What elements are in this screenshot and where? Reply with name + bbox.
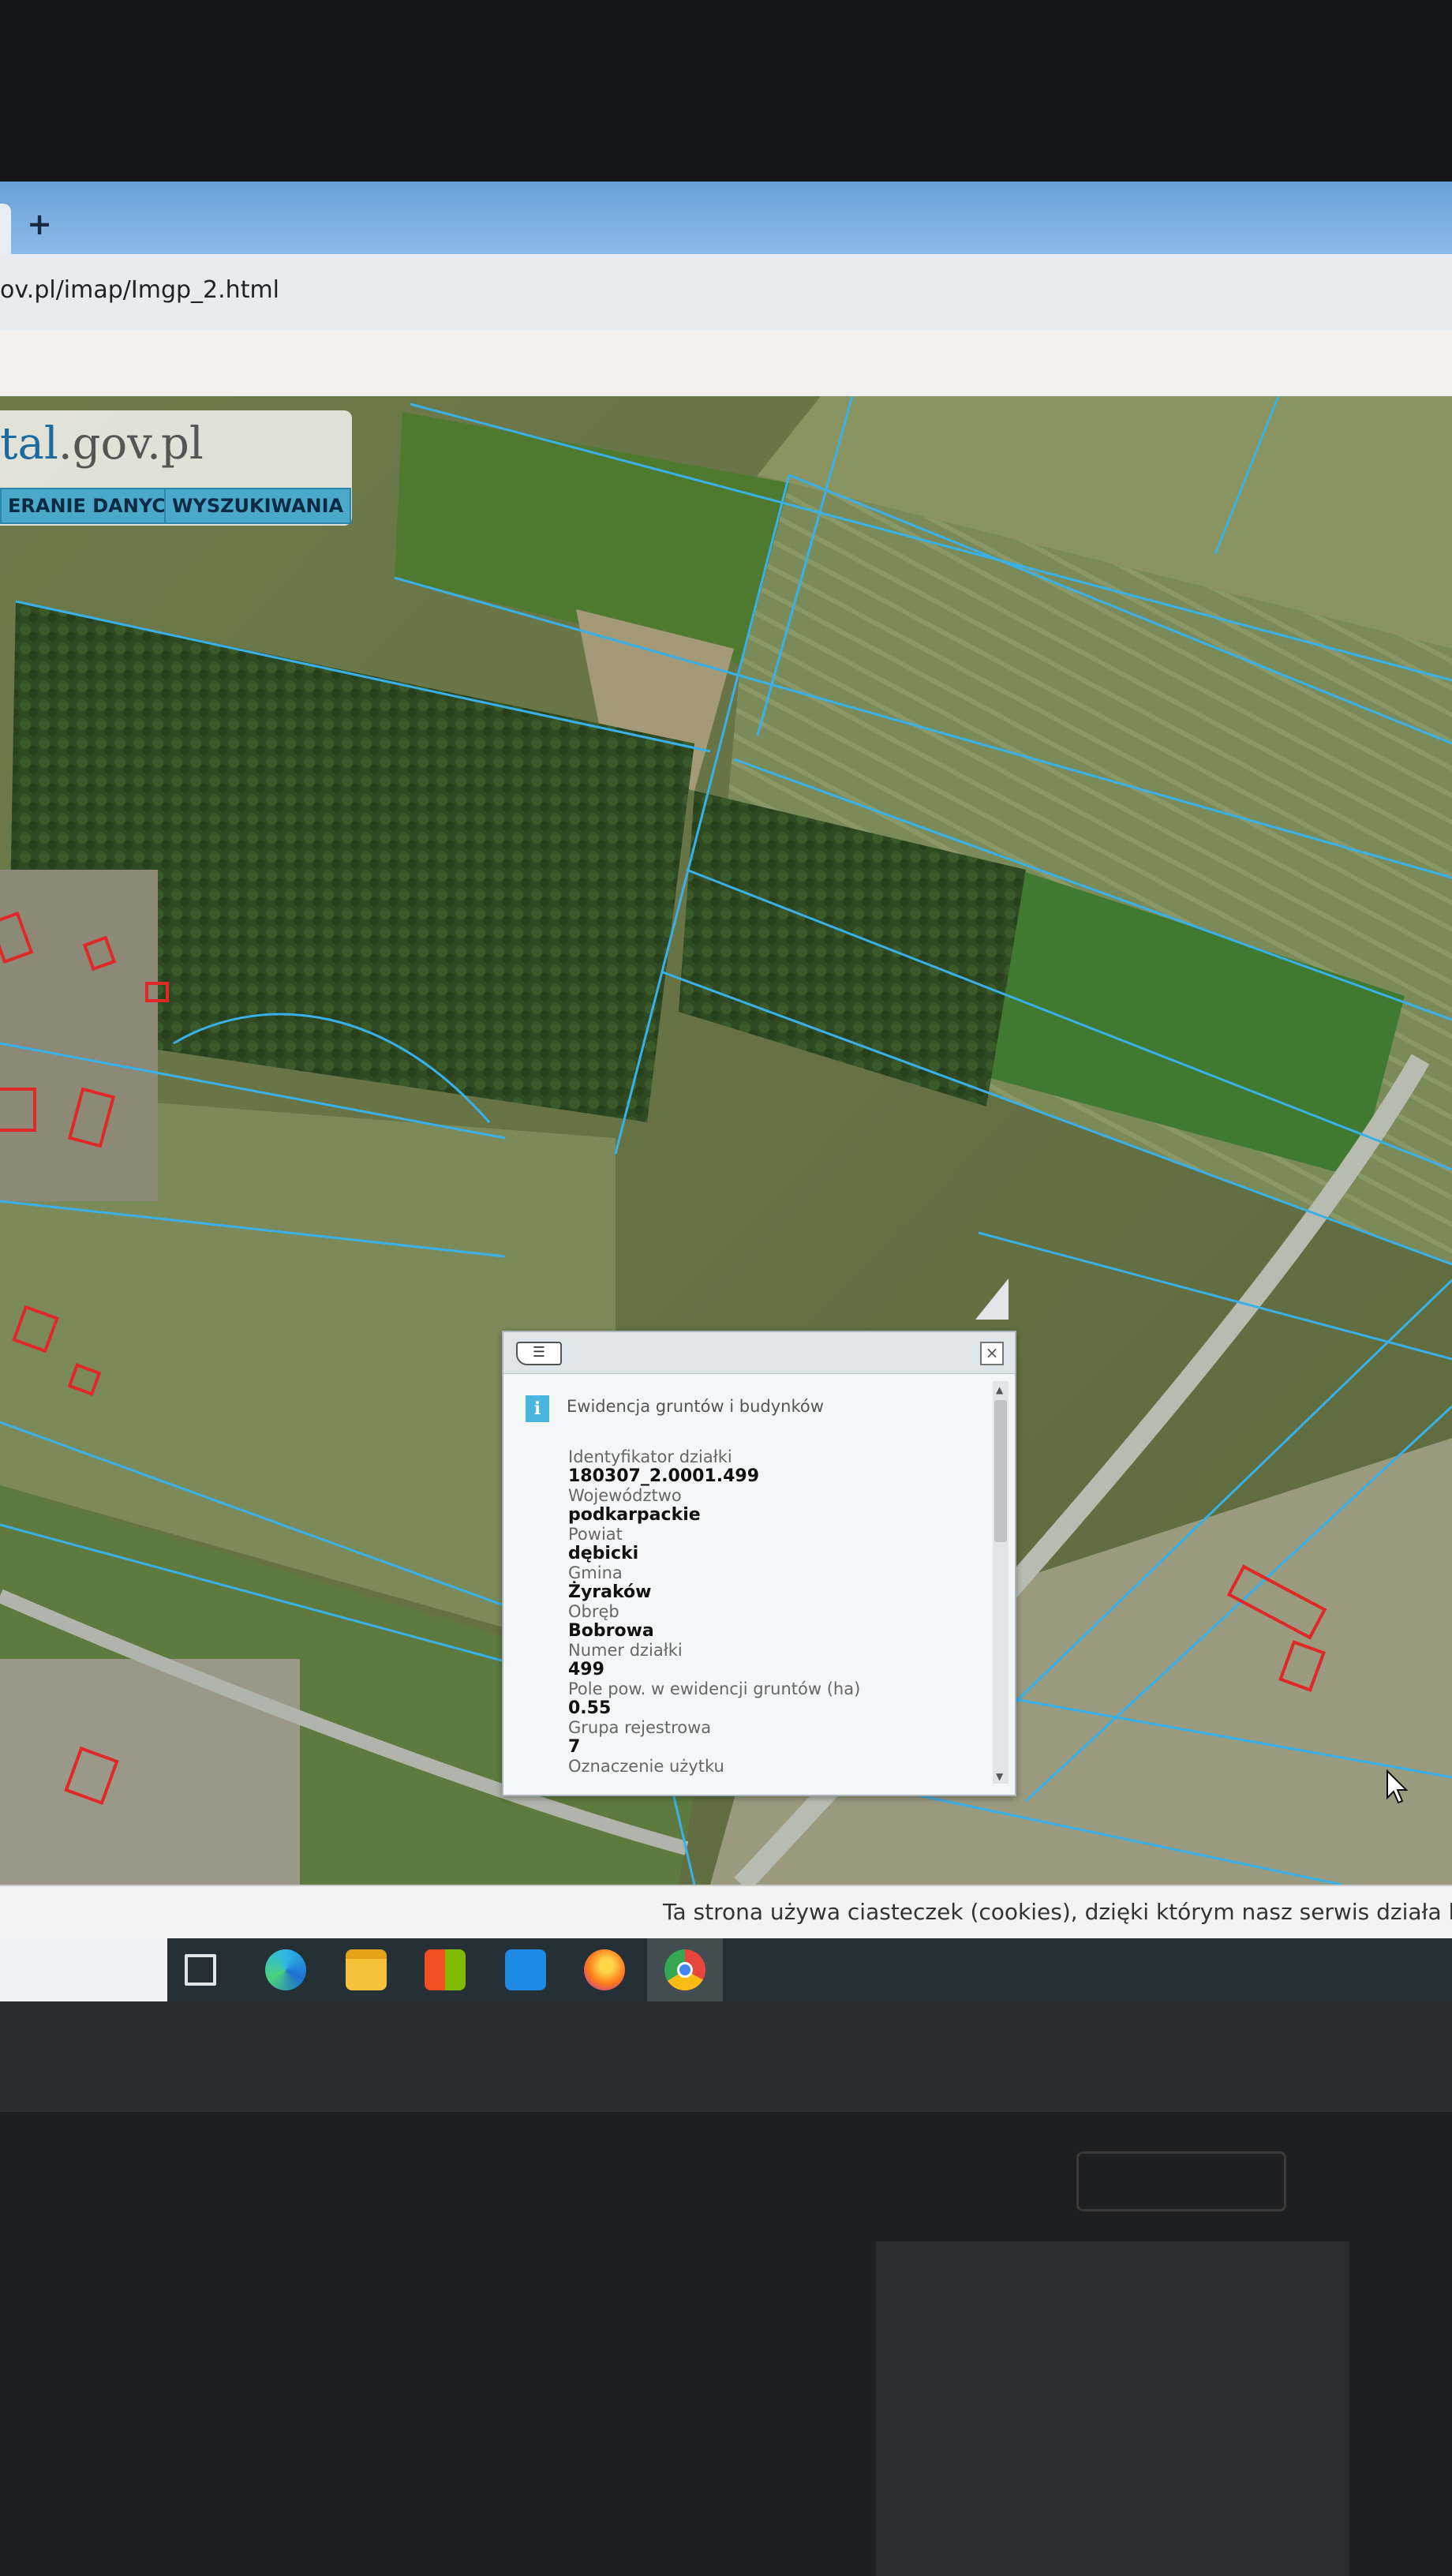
field-value: dębicki <box>568 1544 639 1563</box>
chrome-center <box>677 1962 693 1978</box>
url-text[interactable]: ov.pl/imap/Imgp_2.html <box>0 276 279 304</box>
popup-pointer <box>975 1279 1009 1320</box>
field-value: 180307_2.0001.499 <box>568 1466 760 1486</box>
parcel-info-popup[interactable]: ☰ × i Ewidencja gruntów i budynków Ident… <box>502 1331 1016 1796</box>
popup-scrollbar[interactable]: ▲ ▼ <box>993 1381 1009 1784</box>
field-label: Oznaczenie użytku <box>568 1757 724 1776</box>
task-view-icon[interactable] <box>185 1954 216 1986</box>
taskbar <box>0 1938 1452 2001</box>
monitor-bottom-bezel <box>0 2001 1452 2112</box>
logo-panel: tal.gov.pl ERANIE DANYCH WYSZUKIWANIA <box>0 410 352 526</box>
new-tab-button[interactable]: + <box>24 208 55 240</box>
firefox-icon[interactable] <box>584 1949 625 1990</box>
parcel-fields: Identyfikator działki 180307_2.0001.499 … <box>568 1447 963 1776</box>
field-label: Gmina <box>568 1563 623 1582</box>
store-icon[interactable] <box>425 1949 466 1990</box>
info-icon: i <box>526 1395 549 1422</box>
field-label: Powiat <box>568 1525 623 1544</box>
cookie-text: Ta strona używa ciasteczek (cookies), dz… <box>663 1899 1452 1925</box>
tab-bar: + <box>0 182 1452 254</box>
active-tab[interactable] <box>0 204 11 254</box>
field-label: Pole pow. w ewidencji gruntów (ha) <box>568 1679 861 1698</box>
scroll-thumb[interactable] <box>994 1400 1007 1542</box>
mouse-cursor-icon <box>1387 1769 1409 1804</box>
popup-header: ☰ × <box>503 1332 1015 1374</box>
field-value: Żyraków <box>568 1582 652 1602</box>
field-label: Numer działki <box>568 1641 683 1660</box>
screen: + ov.pl/imap/Imgp_2.html tal.gov.pl ERAN… <box>0 182 1452 2001</box>
monitor-logo <box>1076 2151 1286 2211</box>
file-explorer-icon[interactable] <box>346 1949 387 1990</box>
search-button[interactable]: WYSZUKIWANIA <box>164 488 352 524</box>
scroll-down-icon[interactable]: ▼ <box>996 1771 1003 1782</box>
field-label: Grupa rejestrowa <box>568 1718 712 1737</box>
cookie-banner: Ta strona używa ciasteczek (cookies), dz… <box>0 1885 1452 1940</box>
field-value: 7 <box>568 1737 581 1757</box>
site-logo[interactable]: tal.gov.pl <box>0 418 204 470</box>
edge-icon[interactable] <box>265 1949 306 1990</box>
field-value: podkarpackie <box>568 1505 701 1525</box>
field-label: Województwo <box>568 1486 682 1505</box>
close-icon[interactable]: × <box>980 1342 1004 1365</box>
data-download-button[interactable]: ERANIE DANYCH <box>0 488 190 524</box>
chrome-icon[interactable] <box>664 1949 705 1990</box>
popup-title: Ewidencja gruntów i budynków <box>567 1397 824 1416</box>
field-value: 0.55 <box>568 1698 612 1718</box>
list-back-icon[interactable]: ☰ <box>516 1342 562 1365</box>
field-value: Bobrowa <box>568 1621 654 1641</box>
taskbar-search-area[interactable] <box>0 1938 167 2001</box>
map-view[interactable]: tal.gov.pl ERANIE DANYCH WYSZUKIWANIA ☰ … <box>0 396 1452 1885</box>
monitor-stand <box>876 2241 1349 2576</box>
monitor-top-bezel <box>0 0 1452 182</box>
scroll-up-icon[interactable]: ▲ <box>996 1384 1003 1395</box>
field-label: Obręb <box>568 1602 619 1621</box>
bookmark-bar <box>0 330 1452 396</box>
field-label: Identyfikator działki <box>568 1447 732 1466</box>
field-value: 499 <box>568 1660 604 1679</box>
mail-icon[interactable] <box>505 1949 546 1990</box>
address-bar[interactable]: ov.pl/imap/Imgp_2.html <box>0 254 1452 331</box>
